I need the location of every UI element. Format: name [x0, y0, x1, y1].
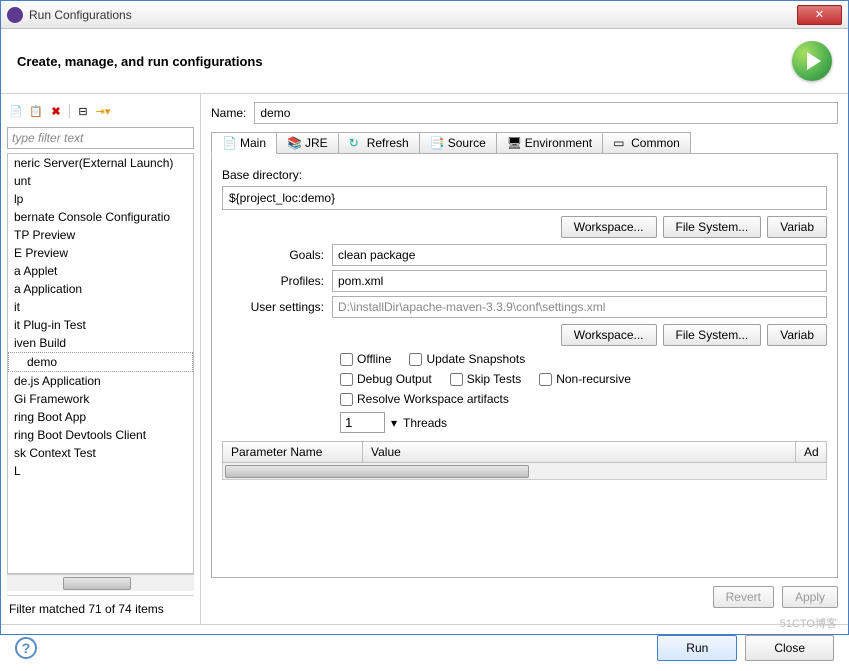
window-title: Run Configurations [29, 8, 797, 22]
usersettings-workspace-button[interactable]: Workspace... [561, 324, 657, 346]
offline-checkbox[interactable]: Offline [340, 352, 391, 366]
main-tab-icon: 📄 [222, 136, 236, 150]
close-button[interactable]: Close [745, 635, 834, 661]
goals-label: Goals: [222, 248, 332, 262]
non-recursive-checkbox[interactable]: Non-recursive [539, 372, 631, 386]
jre-tab-icon: 📚 [287, 136, 301, 150]
tree-item[interactable]: ring Boot App [8, 408, 193, 426]
tab-environment[interactable]: 🖥Environment [496, 132, 603, 153]
th-value[interactable]: Value [363, 442, 796, 462]
titlebar: Run Configurations ✕ [1, 1, 848, 29]
tree-item[interactable]: bernate Console Configuratio [8, 208, 193, 226]
run-button[interactable]: Run [657, 635, 737, 661]
tree-item[interactable]: de.js Application [8, 372, 193, 390]
new-config-icon[interactable]: 📄 [7, 102, 25, 120]
source-tab-icon: 📑 [430, 136, 444, 150]
name-input[interactable] [254, 102, 838, 124]
usersettings-filesystem-button[interactable]: File System... [663, 324, 762, 346]
config-tree[interactable]: neric Server(External Launch)untlpbernat… [8, 154, 193, 573]
tree-item[interactable]: L [8, 462, 193, 480]
parameters-table-header: Parameter Name Value Ad [222, 441, 827, 463]
left-panel: 📄 📋 ✖ ⊟ ⇥▾ neric Server(External Launch)… [1, 94, 201, 624]
basedir-workspace-button[interactable]: Workspace... [561, 216, 657, 238]
dialog-footer: ? Run Close [1, 624, 848, 671]
filter-status: Filter matched 71 of 74 items [7, 595, 194, 618]
th-param-name[interactable]: Parameter Name [223, 442, 363, 462]
update-snapshots-checkbox[interactable]: Update Snapshots [409, 352, 525, 366]
usersettings-variables-button[interactable]: Variab [767, 324, 827, 346]
profiles-input[interactable] [332, 270, 827, 292]
eclipse-icon [7, 7, 23, 23]
tree-item[interactable]: iven Build [8, 334, 193, 352]
delete-icon[interactable]: ✖ [47, 102, 65, 120]
goals-input[interactable] [332, 244, 827, 266]
tab-bar: 📄Main 📚JRE ↻Refresh 📑Source 🖥Environment… [211, 132, 838, 154]
run-hero-icon [792, 41, 832, 81]
tree-item[interactable]: a Applet [8, 262, 193, 280]
left-toolbar: 📄 📋 ✖ ⊟ ⇥▾ [7, 100, 194, 127]
tree-item[interactable]: it Plug-in Test [8, 316, 193, 334]
tab-main[interactable]: 📄Main [211, 132, 277, 154]
tab-jre[interactable]: 📚JRE [276, 132, 339, 153]
th-add[interactable]: Ad [796, 442, 826, 462]
tree-item[interactable]: lp [8, 190, 193, 208]
resolve-workspace-checkbox[interactable]: Resolve Workspace artifacts [340, 392, 509, 406]
basedir-filesystem-button[interactable]: File System... [663, 216, 762, 238]
tree-item[interactable]: neric Server(External Launch) [8, 154, 193, 172]
dialog-header: Create, manage, and run configurations [1, 29, 848, 94]
debug-output-checkbox[interactable]: Debug Output [340, 372, 432, 386]
user-settings-input[interactable] [332, 296, 827, 318]
tree-item[interactable]: E Preview [8, 244, 193, 262]
refresh-tab-icon: ↻ [349, 136, 363, 150]
filter-input[interactable] [7, 127, 194, 149]
filter-icon[interactable]: ⇥▾ [94, 102, 112, 120]
tree-item[interactable]: demo [8, 352, 193, 372]
tab-main-content: Base directory: ${project_loc:demo} Work… [211, 154, 838, 578]
tree-item[interactable]: Gi Framework [8, 390, 193, 408]
help-icon[interactable]: ? [15, 637, 37, 659]
threads-label: Threads [403, 416, 447, 430]
tree-item[interactable]: a Application [8, 280, 193, 298]
common-tab-icon: ▭ [613, 136, 627, 150]
basedir-variables-button[interactable]: Variab [767, 216, 827, 238]
skip-tests-checkbox[interactable]: Skip Tests [450, 372, 521, 386]
content-h-scrollbar[interactable] [222, 463, 827, 480]
collapse-icon[interactable]: ⊟ [74, 102, 92, 120]
base-dir-value[interactable]: ${project_loc:demo} [222, 186, 827, 210]
window-close-button[interactable]: ✕ [797, 5, 842, 25]
dialog-title: Create, manage, and run configurations [17, 54, 792, 69]
revert-button[interactable]: Revert [713, 586, 774, 608]
watermark: 51CTO博客 [780, 615, 837, 631]
user-settings-label: User settings: [222, 300, 332, 314]
profiles-label: Profiles: [222, 274, 332, 288]
tree-h-scrollbar[interactable] [7, 574, 194, 591]
duplicate-icon[interactable]: 📋 [27, 102, 45, 120]
tree-item[interactable]: it [8, 298, 193, 316]
apply-button[interactable]: Apply [782, 586, 838, 608]
threads-spinner[interactable] [340, 412, 385, 433]
environment-tab-icon: 🖥 [507, 136, 521, 150]
tree-item[interactable]: sk Context Test [8, 444, 193, 462]
tree-item[interactable]: ring Boot Devtools Client [8, 426, 193, 444]
name-label: Name: [211, 106, 246, 120]
tree-item[interactable]: TP Preview [8, 226, 193, 244]
tab-common[interactable]: ▭Common [602, 132, 691, 153]
right-panel: Name: 📄Main 📚JRE ↻Refresh 📑Source 🖥Envir… [201, 94, 848, 624]
base-dir-label: Base directory: [222, 168, 827, 182]
tab-source[interactable]: 📑Source [419, 132, 497, 153]
tab-refresh[interactable]: ↻Refresh [338, 132, 420, 153]
tree-item[interactable]: unt [8, 172, 193, 190]
